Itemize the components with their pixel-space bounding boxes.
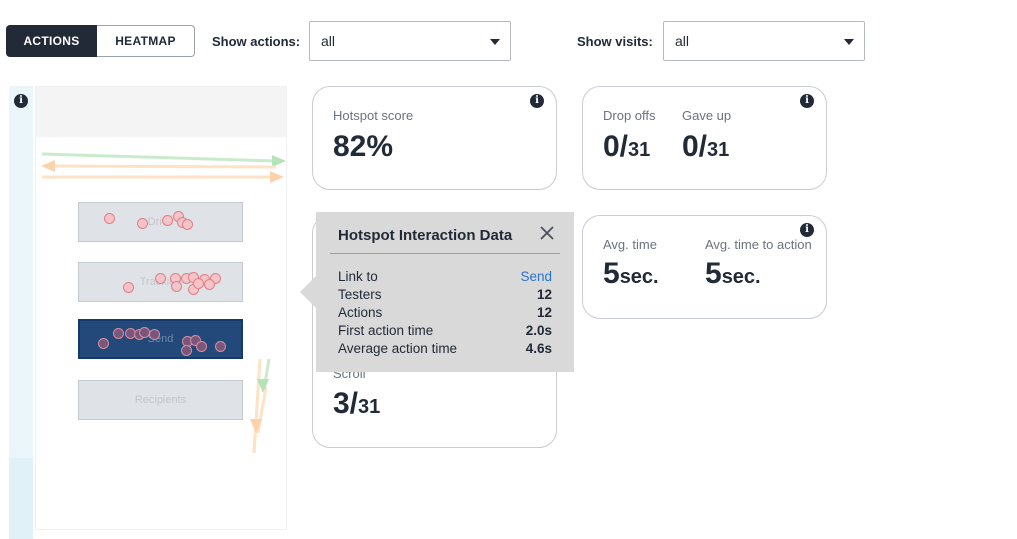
click-marker (162, 215, 173, 226)
chevron-down-icon (844, 39, 854, 45)
close-icon[interactable] (538, 224, 556, 242)
tooltip-title: Hotspot Interaction Data (338, 227, 513, 244)
info-icon[interactable]: i (530, 94, 544, 108)
actions-tab[interactable]: ACTIONS (6, 25, 97, 57)
click-marker (193, 278, 204, 289)
tooltip-row-value: 4.6s (525, 341, 552, 356)
show-visits-value: all (675, 33, 690, 49)
hotspot-score-card: Hotspot score 82% i (312, 86, 557, 190)
tooltip-row-value: 12 (536, 287, 552, 302)
click-marker (171, 281, 182, 292)
tooltip-row-label: Actions (338, 305, 383, 320)
tooltip-pointer (300, 275, 317, 309)
swipe-arrows (41, 152, 286, 454)
tooltip-row-link: Link to Send (338, 269, 552, 284)
show-actions-value: all (321, 33, 336, 49)
tooltip-link-send[interactable]: Send (520, 269, 552, 284)
tooltip-row-value: 2.0s (525, 323, 552, 338)
info-icon[interactable]: i (800, 223, 814, 237)
show-actions-label: Show actions: (212, 34, 301, 49)
click-marker (204, 279, 215, 290)
click-marker (181, 345, 192, 356)
tooltip-row-actions: Actions 12 (338, 305, 552, 320)
hotspot-score-label: Hotspot score (333, 108, 414, 123)
arrow-head (41, 160, 55, 172)
chevron-down-icon (490, 39, 500, 45)
tooltip-row-value: 12 (536, 305, 552, 320)
tooltip-row-average-action: Average action time 4.6s (338, 341, 552, 356)
preview-button-recipients[interactable]: Recipients (78, 380, 243, 420)
gave-up-value: 0/31 (682, 130, 730, 163)
preview-button-drive[interactable]: Drive (78, 202, 243, 242)
click-marker (104, 213, 115, 224)
click-marker (113, 328, 124, 339)
tooltip-row-label: Link to (338, 269, 378, 284)
click-marker (182, 219, 193, 230)
show-visits-select[interactable]: all (663, 21, 865, 61)
view-toggle: ACTIONS HEATMAP (6, 25, 195, 57)
avg-time-label: Avg. time (603, 237, 657, 252)
show-visits-label: Show visits: (577, 34, 653, 49)
click-marker (149, 329, 160, 340)
screen-preview: Drive Tracking Send Recipients (35, 86, 287, 530)
info-icon[interactable]: i (14, 94, 28, 108)
tooltip-row-testers: Testers 12 (338, 287, 552, 302)
avg-time-value: 5sec. (603, 257, 659, 290)
avg-time-to-action-value: 5sec. (705, 257, 761, 290)
arrow-head (270, 171, 284, 183)
click-marker (123, 282, 134, 293)
scroll-value: 3/31 (333, 387, 381, 420)
gave-up-label: Gave up (682, 108, 732, 123)
click-marker (155, 273, 166, 284)
scroll-depth-strip-lower (9, 458, 33, 539)
drop-offs-card: Drop offs 0/31 Gave up 0/31 i (582, 86, 827, 190)
heatmap-tab[interactable]: HEATMAP (97, 25, 195, 57)
arrow-head (272, 155, 286, 167)
click-marker (137, 218, 148, 229)
hotspot-score-value: 82% (333, 130, 394, 163)
drop-offs-value: 0/31 (603, 130, 651, 163)
show-actions-select[interactable]: all (309, 21, 511, 61)
tooltip-row-label: Testers (338, 287, 382, 302)
avg-time-card: Avg. time 5sec. Avg. time to action 5sec… (582, 215, 827, 319)
click-marker (196, 341, 207, 352)
drop-offs-label: Drop offs (603, 108, 656, 123)
tooltip-row-first-action: First action time 2.0s (338, 323, 552, 338)
avg-time-to-action-label: Avg. time to action (705, 237, 812, 252)
tooltip-divider (330, 253, 560, 254)
info-icon[interactable]: i (800, 94, 814, 108)
click-marker (215, 341, 226, 352)
hotspot-tooltip: Hotspot Interaction Data Link to Send Te… (316, 212, 574, 372)
tooltip-row-label: First action time (338, 323, 434, 338)
tooltip-row-label: Average action time (338, 341, 458, 356)
click-marker (98, 338, 109, 349)
